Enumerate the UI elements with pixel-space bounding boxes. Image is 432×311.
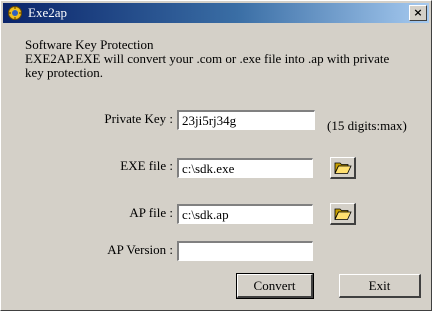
ap-browse-button[interactable] — [330, 203, 356, 225]
private-key-input[interactable] — [177, 110, 315, 130]
ap-file-input[interactable] — [177, 204, 313, 224]
exe2ap-dialog: Exe2ap × Software Key Protection EXE2AP.… — [0, 0, 432, 311]
private-key-hint: (15 digits:max) — [327, 118, 407, 133]
description: Software Key Protection EXE2AP.EXE will … — [25, 38, 425, 80]
private-key-label: Private Key : — [104, 111, 173, 126]
close-button[interactable]: × — [409, 5, 427, 21]
description-line: key protection. — [25, 65, 103, 80]
window-title: Exe2ap — [28, 5, 67, 20]
exe-file-input[interactable] — [177, 158, 313, 178]
app-icon — [7, 5, 23, 21]
exe-browse-button[interactable] — [330, 157, 356, 179]
folder-open-icon — [333, 208, 352, 220]
folder-open-icon — [333, 162, 352, 174]
convert-button[interactable]: Convert — [236, 273, 314, 299]
ap-version-label: AP Version : — [107, 242, 173, 257]
ap-version-input[interactable] — [177, 241, 313, 261]
exit-button[interactable]: Exit — [339, 274, 421, 298]
close-icon: × — [413, 6, 423, 19]
ap-file-label: AP file : — [129, 205, 173, 220]
title-bar[interactable]: Exe2ap × — [3, 3, 429, 23]
exe-file-label: EXE file : — [120, 158, 173, 173]
description-heading: Software Key Protection — [25, 37, 154, 52]
description-line: EXE2AP.EXE will convert your .com or .ex… — [25, 51, 390, 66]
